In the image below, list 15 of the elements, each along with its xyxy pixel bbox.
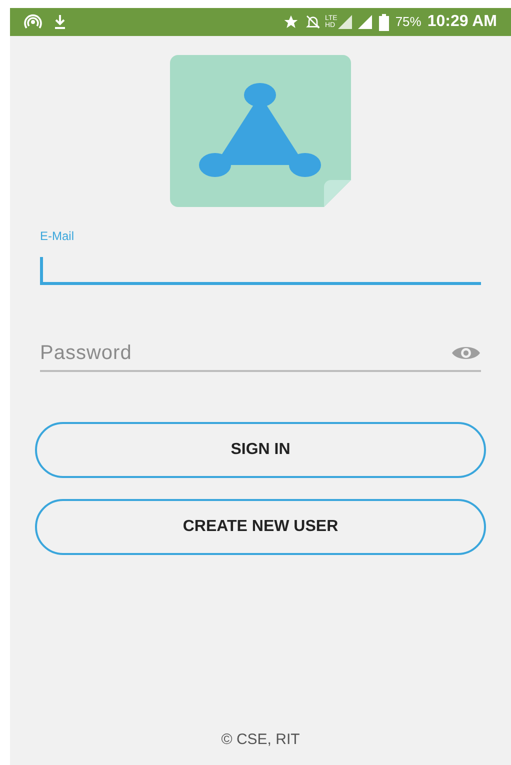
battery-percent: 75% [395, 13, 422, 32]
muted-bell-icon [304, 14, 321, 30]
email-label: E-Mail [40, 228, 76, 245]
password-input[interactable]: Password [40, 338, 451, 368]
star-icon [282, 14, 299, 30]
action-button[interactable]: CREATE NEW USER [35, 499, 486, 555]
footer-copyright: © CSE, RIT [221, 730, 300, 750]
action-button[interactable]: SIGN IN [35, 422, 486, 478]
download-icon [54, 14, 66, 30]
hotspot-icon [24, 14, 42, 30]
clock: 10:29 AM [427, 12, 497, 32]
battery-icon [379, 14, 390, 30]
signal-icon [357, 14, 374, 30]
password-field[interactable]: Password [40, 336, 481, 372]
signal-icon [337, 14, 354, 30]
